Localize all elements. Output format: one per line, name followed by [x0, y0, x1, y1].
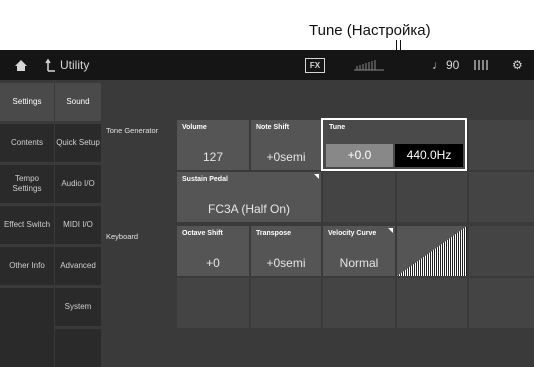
empty-cell — [469, 120, 534, 170]
empty-cell — [469, 226, 534, 276]
tempo-note-icon: ♩ — [432, 58, 444, 72]
tune-hz-value[interactable]: 440.0Hz — [395, 144, 463, 167]
transpose-value: +0semi — [266, 256, 306, 270]
subtab-quick-setup[interactable]: Quick Setup — [55, 124, 101, 162]
tab-empty — [0, 288, 54, 367]
subtab-midi-io[interactable]: MIDI I/O — [55, 206, 101, 244]
tab-effect-switch[interactable]: Effect Switch — [0, 206, 54, 244]
sustain-pedal-label: Sustain Pedal — [182, 176, 228, 183]
subtab-system[interactable]: System — [55, 288, 101, 326]
page-title: Utility — [60, 58, 90, 72]
octave-shift-value: +0 — [206, 256, 220, 270]
tune-offset-value[interactable]: +0.0 — [326, 144, 393, 167]
gear-icon[interactable]: ⚙ — [512, 59, 523, 71]
section-tone-generator: Tone Generator — [106, 126, 159, 135]
volume-param[interactable]: Volume 127 — [177, 120, 249, 170]
octave-shift-label: Octave Shift — [182, 230, 223, 237]
volume-label: Volume — [182, 124, 207, 131]
section-keyboard: Keyboard — [106, 232, 139, 241]
tempo-value[interactable]: 90 — [446, 50, 459, 80]
tab-tempo-settings[interactable]: Tempo Settings — [0, 165, 54, 203]
synth-screen: Utility FX ♩ 90 ⚙ Settings Contents Temp… — [0, 50, 534, 367]
subtab-advanced[interactable]: Advanced — [55, 247, 101, 285]
velocity-curve-value: Normal — [339, 256, 379, 270]
volume-value: 127 — [202, 150, 224, 164]
subtab-audio-io[interactable]: Audio I/O — [55, 165, 101, 203]
grid-icon[interactable] — [474, 60, 488, 70]
sustain-pedal-param[interactable]: Sustain Pedal FC3A (Half On) — [177, 172, 321, 222]
empty-cell — [469, 172, 534, 222]
tab-contents[interactable]: Contents — [0, 124, 54, 162]
velocity-curve-param[interactable]: Velocity Curve Normal — [323, 226, 395, 276]
tune-label: Tune — [329, 124, 346, 131]
subtab-empty — [55, 329, 101, 367]
note-shift-label: Note Shift — [256, 124, 290, 131]
empty-cell — [397, 172, 467, 222]
empty-cell — [397, 278, 467, 328]
tune-param[interactable]: Tune +0.0 440.0Hz — [321, 118, 467, 171]
note-shift-param[interactable]: Note Shift +0semi — [251, 120, 321, 170]
tab-other-info[interactable]: Other Info — [0, 247, 54, 285]
note-shift-value: +0semi — [266, 150, 306, 164]
callout-label: Tune (Настройка) — [309, 22, 431, 39]
empty-cell — [469, 278, 534, 328]
tab-settings[interactable]: Settings — [0, 83, 54, 121]
empty-cell — [323, 278, 395, 328]
subtab-sound[interactable]: Sound — [55, 83, 101, 121]
octave-shift-param[interactable]: Octave Shift +0 — [177, 226, 249, 276]
transpose-param[interactable]: Transpose +0semi — [251, 226, 321, 276]
empty-cell — [177, 278, 249, 328]
level-meter-icon — [354, 60, 384, 71]
dropdown-corner-icon — [314, 174, 319, 179]
fx-indicator[interactable]: FX — [305, 58, 325, 73]
empty-cell — [323, 172, 395, 222]
empty-cell — [251, 278, 321, 328]
transpose-label: Transpose — [256, 230, 292, 237]
sustain-pedal-value: FC3A (Half On) — [207, 202, 291, 216]
velocity-curve-graph — [397, 226, 467, 276]
top-bar: Utility FX ♩ 90 ⚙ — [0, 50, 534, 80]
velocity-curve-label: Velocity Curve — [328, 230, 377, 237]
velocity-curve-ramp — [397, 226, 467, 276]
content-header-strip — [102, 83, 534, 111]
dropdown-corner-icon — [388, 228, 393, 233]
